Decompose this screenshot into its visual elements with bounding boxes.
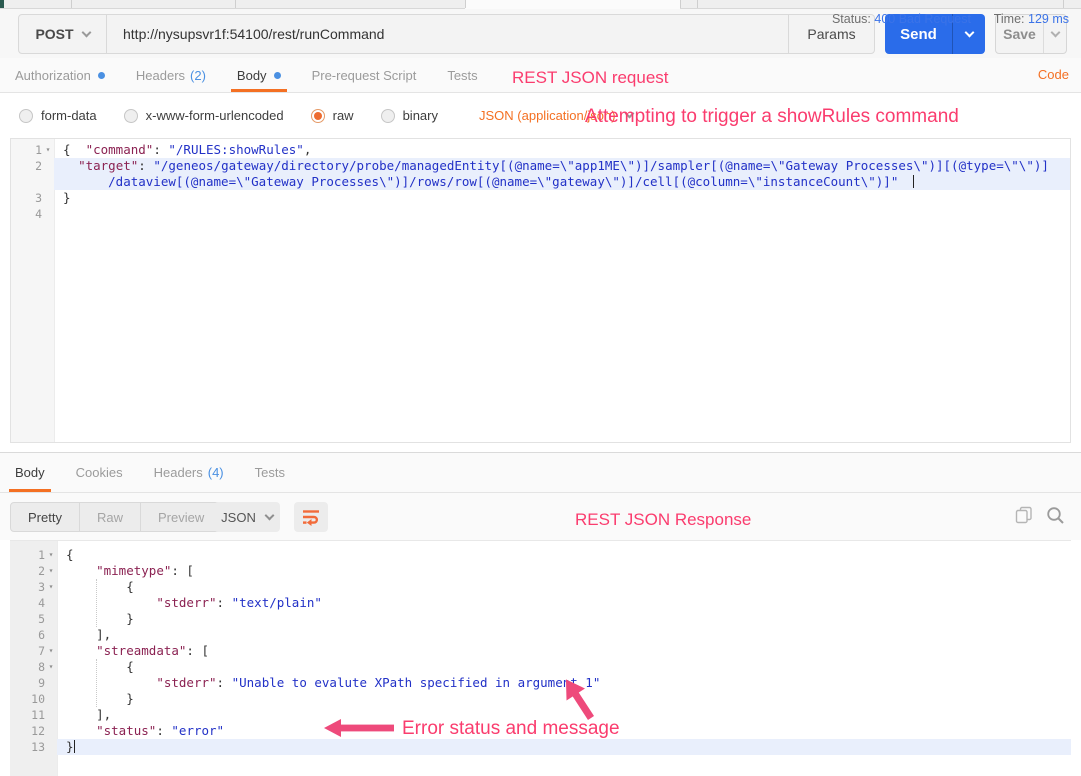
time-label: Time: [993,12,1025,26]
method-label: POST [35,26,74,42]
tab-authorization[interactable]: Authorization [15,58,105,92]
annotation-response-note: REST JSON Response [575,510,752,529]
request-body-editor[interactable]: 1 ▾{ "command": "/RULES:showRules", 2 "tar… [10,138,1071,443]
url-input[interactable]: http://nysupsvr1f:54100/rest/runCommand [107,15,788,53]
window-tab-strip [0,0,1081,9]
code-line[interactable]: 1 ▾{ "command": "/RULES:showRules", [11,142,1070,158]
code-link[interactable]: Code [1038,67,1069,82]
code-line[interactable]: 1 ▾{ [10,547,1071,563]
code-line[interactable]: 4 [11,206,1070,222]
active-tab-sliver [465,0,680,9]
fold-caret-icon[interactable]: ▾ [45,643,57,659]
chevron-down-icon [81,27,92,37]
radio-icon[interactable] [310,108,325,123]
annotation-error-note: Error status and message [402,718,620,739]
tab-tests[interactable]: Tests [447,58,477,92]
response-view-bar: Pretty Raw Preview JSON [0,493,1081,540]
view-toggle-group: Pretty Raw Preview [10,502,223,532]
postman-window: { "colors": { "accent_orange": "#f47023"… [0,0,1081,776]
edited-dot-icon [97,71,105,79]
code-line[interactable]: 2 "target": "/geneos/gateway/directory/p… [11,158,1070,174]
annotation-attempt-note: Attempting to trigger a showRules comman… [585,106,959,127]
radio-icon[interactable] [123,108,138,123]
tab-headers[interactable]: Headers (2) [136,58,206,92]
fold-caret-icon[interactable]: ▾ [45,579,57,595]
code-line[interactable]: 3 ▾ { [10,579,1071,595]
code-line[interactable]: 13} [10,739,1071,755]
language-dropdown[interactable]: JSON [214,502,280,532]
tab-cookies[interactable]: Cookies [76,453,123,492]
view-pretty[interactable]: Pretty [11,503,80,531]
chevron-down-icon [264,510,275,520]
code-line[interactable]: 5 } [10,611,1071,627]
fold-caret-icon[interactable]: ▾ [45,547,57,563]
fold-caret-icon[interactable]: ▾ [42,142,54,158]
edited-dot-icon [273,71,281,79]
radio-icon[interactable] [19,108,33,123]
tab-tests[interactable]: Tests [255,453,285,492]
chevron-down-icon [1050,27,1060,37]
tab-body[interactable]: Body [230,58,287,92]
fold-caret-icon[interactable]: ▾ [45,659,57,675]
body-mode-x-www-form-urlencoded[interactable]: x-www-form-urlencoded [123,108,284,123]
tab-pre-request-script[interactable]: Pre-request Script [312,58,417,92]
arrow-up-annotation [565,679,595,720]
response-tabs: Body Cookies Headers (4) Tests [0,453,1081,493]
method-dropdown[interactable]: POST [19,15,107,53]
status-label: Status: [831,12,871,26]
view-preview[interactable]: Preview [141,503,221,531]
fold-caret-icon[interactable]: ▾ [45,563,57,579]
time-value[interactable]: 129 ms [1028,12,1069,26]
arrow-left-annotation [324,719,394,737]
chevron-down-icon [964,27,974,37]
response-status-block: Status: 400 Bad Request Time: 129 ms [832,12,1069,26]
body-mode-raw[interactable]: raw [310,108,354,123]
code-line[interactable]: 4 "stderr": "text/plain" [10,595,1071,611]
code-line[interactable]: 3} [11,190,1070,206]
search-icon[interactable] [1046,506,1065,525]
response-body-editor[interactable]: 1 ▾{2 ▾ "mimetype": [3 ▾ {4 "stderr": "text… [10,540,1071,776]
code-line[interactable]: 7 ▾ "streamdata": [ [10,643,1071,659]
view-raw[interactable]: Raw [80,503,141,531]
word-wrap-icon [303,510,319,526]
body-mode-form-data[interactable]: form-data [19,108,97,123]
code-line[interactable]: 8 ▾ { [10,659,1071,675]
body-mode-binary[interactable]: binary [380,108,438,123]
language-label: JSON [221,509,256,525]
code-line[interactable]: 10 } [10,691,1071,707]
tab-body[interactable]: Body [9,453,51,492]
annotation-request-type: REST JSON request [512,68,669,87]
status-value[interactable]: 400 Bad Request [874,12,971,26]
wrap-lines-button[interactable] [294,502,328,532]
sidebar-edge [0,0,4,8]
tab-headers[interactable]: Headers (4) [154,453,224,492]
url-box: POST http://nysupsvr1f:54100/rest/runCom… [18,14,875,54]
radio-icon[interactable] [380,108,395,123]
code-line[interactable]: 9 "stderr": "Unable to evalute XPath spe… [10,675,1071,691]
code-line[interactable]: 2 ▾ "mimetype": [ [10,563,1071,579]
code-line[interactable]: /dataview[(@name=\"Gateway Processes\")]… [11,174,1070,190]
text-cursor [73,740,75,753]
text-cursor [913,175,915,188]
code-line[interactable]: 6 ], [10,627,1071,643]
copy-icon[interactable] [1015,506,1033,524]
